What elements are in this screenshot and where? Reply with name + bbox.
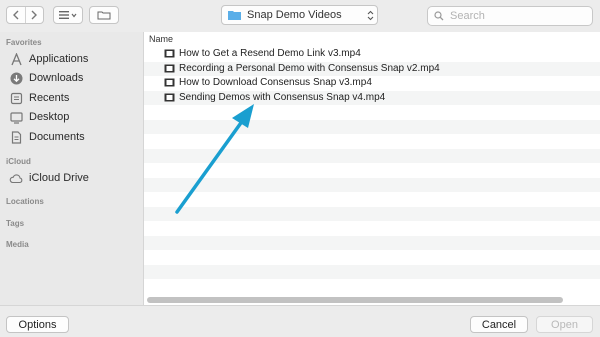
file-name: How to Download Consensus Snap v3.mp4 <box>179 77 372 88</box>
location-popup[interactable]: Snap Demo Videos <box>221 5 378 25</box>
sidebar-header-tags: Tags <box>6 219 25 228</box>
empty-row <box>144 148 600 163</box>
file-list: Name How to Get a Resend Demo Link v3.mp… <box>143 32 600 305</box>
column-header-name[interactable]: Name <box>144 32 600 48</box>
toolbar: Snap Demo Videos <box>0 0 600 32</box>
sidebar-header-media: Media <box>6 240 29 249</box>
applications-icon <box>9 52 23 66</box>
table-row[interactable]: How to Download Consensus Snap v3.mp4 <box>144 76 600 91</box>
search-input[interactable] <box>448 9 582 23</box>
dialog-footer: Options Cancel Open <box>0 305 600 337</box>
empty-row <box>144 177 600 192</box>
empty-row <box>144 221 600 236</box>
horizontal-scrollbar[interactable] <box>147 297 563 303</box>
view-options-button[interactable] <box>53 6 83 24</box>
sidebar-item-icloud-drive[interactable]: iCloud Drive <box>9 169 89 187</box>
sidebar-item-recents[interactable]: Recents <box>9 89 69 107</box>
empty-row <box>144 134 600 149</box>
video-file-icon <box>164 78 175 87</box>
search-icon <box>434 11 444 21</box>
sidebar-header-favorites: Favorites <box>6 38 42 47</box>
options-button[interactable]: Options <box>6 316 69 333</box>
desktop-icon <box>9 110 23 124</box>
cloud-icon <box>9 171 23 185</box>
sidebar-item-label: iCloud Drive <box>29 172 89 184</box>
empty-row <box>144 250 600 265</box>
sidebar-header-locations: Locations <box>6 197 44 206</box>
sidebar-item-label: Recents <box>29 92 70 104</box>
video-file-icon <box>164 93 175 102</box>
video-file-icon <box>164 64 175 73</box>
empty-row <box>144 235 600 250</box>
back-button[interactable] <box>7 7 25 23</box>
list-view-icon <box>59 11 77 19</box>
empty-row <box>144 264 600 279</box>
chevron-right-icon <box>31 10 38 20</box>
table-row[interactable]: Sending Demos with Consensus Snap v4.mp4 <box>144 90 600 105</box>
sidebar-item-label: Applications <box>29 53 89 65</box>
forward-button[interactable] <box>24 7 44 23</box>
empty-row <box>144 206 600 221</box>
video-file-icon <box>164 49 175 58</box>
file-rows: How to Get a Resend Demo Link v3.mp4 Rec… <box>144 47 600 294</box>
sidebar-item-desktop[interactable]: Desktop <box>9 108 69 126</box>
sidebar-item-label: Documents <box>29 131 85 143</box>
open-button[interactable]: Open <box>536 316 593 333</box>
file-name: Sending Demos with Consensus Snap v4.mp4 <box>179 91 386 103</box>
table-row[interactable]: How to Get a Resend Demo Link v3.mp4 <box>144 47 600 62</box>
new-folder-button[interactable] <box>89 6 119 24</box>
table-row[interactable]: Recording a Personal Demo with Consensus… <box>144 61 600 76</box>
file-name: Recording a Personal Demo with Consensus… <box>179 62 440 74</box>
search-field[interactable] <box>427 6 593 26</box>
new-folder-icon <box>97 11 111 20</box>
empty-row <box>144 163 600 178</box>
sidebar-item-applications[interactable]: Applications <box>9 50 88 68</box>
sidebar-header-icloud: iCloud <box>6 157 31 166</box>
back-forward-group <box>6 6 44 24</box>
sidebar-item-downloads[interactable]: Downloads <box>9 69 83 87</box>
empty-row <box>144 279 600 294</box>
sidebar-item-label: Desktop <box>29 111 70 123</box>
column-header-label: Name <box>149 34 174 44</box>
documents-icon <box>9 130 23 144</box>
sidebar-item-documents[interactable]: Documents <box>9 128 85 146</box>
cancel-button[interactable]: Cancel <box>470 316 528 333</box>
empty-row <box>144 119 600 134</box>
recents-icon <box>9 91 23 105</box>
empty-row <box>144 192 600 207</box>
sidebar: Favorites Applications Downloads Recents… <box>0 32 143 305</box>
file-name: How to Get a Resend Demo Link v3.mp4 <box>179 48 361 59</box>
empty-row <box>144 105 600 120</box>
location-label: Snap Demo Videos <box>247 9 342 21</box>
folder-icon <box>228 11 241 20</box>
downloads-icon <box>9 71 23 85</box>
sidebar-item-label: Downloads <box>29 72 84 84</box>
updown-chevron-icon <box>363 10 377 21</box>
chevron-left-icon <box>12 10 19 20</box>
